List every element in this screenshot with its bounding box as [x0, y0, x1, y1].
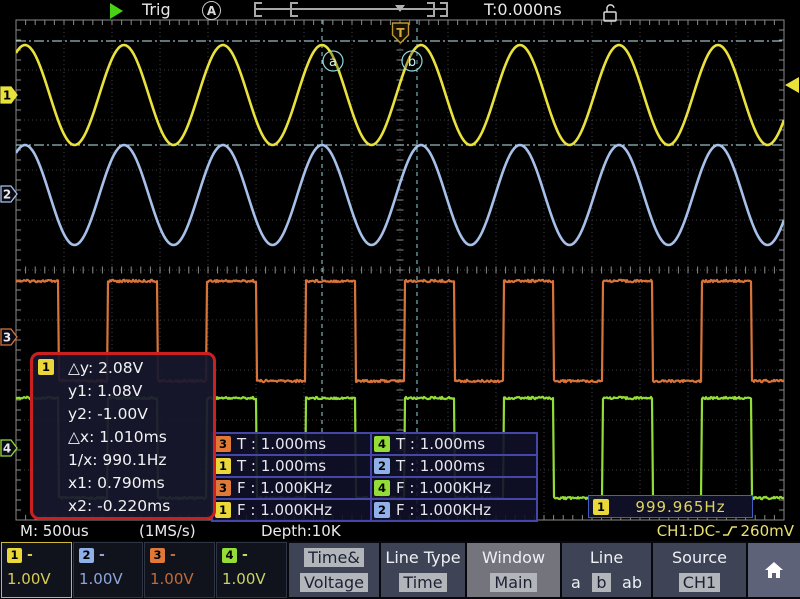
- measurement-value: F : 1.000KHz: [237, 479, 332, 497]
- channel-badge: 3: [215, 480, 231, 496]
- channel1-status-box[interactable]: 1- 1.00V: [1, 542, 72, 598]
- line-option-a[interactable]: a: [571, 573, 581, 592]
- line-option-ab[interactable]: ab: [622, 573, 642, 592]
- memory-depth-readout: Depth:10K: [261, 522, 341, 540]
- cursor-delta-y: △y: 2.08V: [68, 357, 170, 380]
- channel-badge: 1: [215, 502, 231, 518]
- menu-value: Main: [490, 573, 536, 592]
- channel-badge: 2: [79, 548, 94, 563]
- channel-badge: 3: [215, 436, 231, 452]
- measurement-table: 3 T : 1.000ms 4 T : 1.000ms 1 T : 1.000ms 2…: [211, 432, 538, 522]
- ch2-marker-number: 2: [3, 188, 11, 202]
- trigger-time-readout: T:0.000ns: [484, 0, 562, 19]
- channel-badge: 1: [38, 359, 54, 375]
- trigger-level: 260mV: [740, 522, 794, 540]
- menu-line-type-button[interactable]: Line Type Time: [381, 543, 465, 597]
- ch3-marker-number: 3: [3, 331, 11, 345]
- trigger-source: CH1:DC-: [657, 522, 721, 540]
- run-state-icon[interactable]: [110, 3, 123, 19]
- measurement-cell: 2 F : 1.000KHz: [371, 499, 537, 521]
- channel-badge: 4: [374, 436, 390, 452]
- auto-trigger-icon: A: [202, 1, 221, 20]
- cursor-delta-x: △x: 1.010ms: [68, 426, 170, 449]
- menu-title: Source: [672, 548, 727, 567]
- menu-line-button[interactable]: Line a b ab: [562, 543, 651, 597]
- cursor-y1: y1: 1.08V: [68, 380, 170, 403]
- cursor-x2: x2: -0.220ms: [68, 495, 170, 518]
- home-icon: [762, 559, 786, 581]
- menu-label: Time&: [304, 548, 364, 567]
- frequency-counter: 1 999.965Hz: [588, 495, 753, 518]
- volts-per-div: 1.00V: [150, 570, 209, 588]
- measurement-value: F : 1.000KHz: [396, 501, 491, 519]
- volts-per-div: 1.00V: [7, 570, 66, 588]
- menu-source-button[interactable]: Source CH1: [653, 543, 746, 597]
- menu-title: Line Type: [385, 548, 460, 567]
- measurement-cell: 1 T : 1.000ms: [212, 455, 371, 477]
- measurement-cell: 4 F : 1.000KHz: [371, 477, 537, 499]
- trigger-settings-readout: CH1:DC- 260mV: [657, 522, 794, 540]
- menu-window-button[interactable]: Window Main: [467, 543, 560, 597]
- ch1-marker-number: 1: [3, 89, 11, 103]
- menu-title: Line: [590, 548, 623, 567]
- menu-label: Voltage: [300, 573, 368, 592]
- measurement-value: F : 1.000KHz: [237, 501, 332, 519]
- sample-rate-readout: (1MS/s): [139, 522, 196, 540]
- channel-badge: 3: [150, 548, 165, 563]
- measurement-value: T : 1.000ms: [396, 435, 485, 453]
- line-option-b[interactable]: b: [592, 573, 610, 592]
- top-bar: Trig A T:0.000ns: [0, 0, 800, 20]
- cursor-label-b: b: [408, 55, 416, 70]
- channel-badge: 2: [374, 502, 390, 518]
- channel-badge: 4: [222, 548, 237, 563]
- menu-time-voltage-button[interactable]: Time& Voltage: [289, 543, 379, 597]
- measurement-cell: 1 F : 1.000KHz: [212, 499, 371, 521]
- trigger-level-marker[interactable]: [785, 77, 799, 93]
- measurement-value: T : 1.000ms: [396, 457, 485, 475]
- measurement-cell: 4 T : 1.000ms: [371, 433, 537, 455]
- rising-edge-icon: [722, 524, 738, 538]
- channel-badge: 1: [7, 548, 22, 563]
- coupling-indicator: -: [170, 547, 176, 563]
- channel-badge: 1: [593, 499, 609, 515]
- channel3-status-box[interactable]: 3- 1.00V: [144, 542, 215, 598]
- home-button[interactable]: [748, 543, 800, 597]
- bottom-menu: 1- 1.00V 2- 1.00V 3- 1.00V 4- 1.00V Time…: [0, 541, 800, 599]
- cursor-label-a: a: [329, 55, 337, 70]
- coupling-indicator: -: [99, 547, 105, 563]
- measurement-cell: 3 F : 1.000KHz: [212, 477, 371, 499]
- channel-badge: 1: [215, 458, 231, 474]
- trig-status-label: Trig: [142, 0, 171, 19]
- channel4-status-box[interactable]: 4- 1.00V: [216, 542, 287, 598]
- ch4-marker-number: 4: [3, 442, 11, 456]
- cursor-y2: y2: -1.00V: [68, 403, 170, 426]
- cursor-inverse-x: 1/x: 990.1Hz: [68, 449, 170, 472]
- timebase-readout: M: 500us: [20, 522, 89, 540]
- frequency-value: 999.965Hz: [609, 498, 752, 516]
- measurement-cell: 3 T : 1.000ms: [212, 433, 371, 455]
- trigger-flag-letter: T: [396, 26, 405, 40]
- volts-per-div: 1.00V: [222, 570, 281, 588]
- unlock-icon[interactable]: [601, 2, 619, 22]
- status-bar: M: 500us (1MS/s) Depth:10K CH1:DC- 260mV: [0, 522, 800, 540]
- menu-value: CH1: [679, 573, 720, 592]
- coupling-indicator: -: [27, 547, 33, 563]
- coupling-indicator: -: [242, 547, 248, 563]
- measurement-cell: 2 T : 1.000ms: [371, 455, 537, 477]
- menu-value: Time: [399, 573, 446, 592]
- measurement-value: T : 1.000ms: [237, 435, 326, 453]
- volts-per-div: 1.00V: [79, 570, 137, 588]
- channel-badge: 2: [374, 458, 390, 474]
- cursor-readouts: △y: 2.08V y1: 1.08V y2: -1.00V △x: 1.010…: [68, 357, 170, 518]
- measurement-value: F : 1.000KHz: [396, 479, 491, 497]
- channel2-status-box[interactable]: 2- 1.00V: [73, 542, 143, 598]
- measurement-value: T : 1.000ms: [237, 457, 326, 475]
- menu-title: Window: [482, 548, 545, 567]
- channel-badge: 4: [374, 480, 390, 496]
- cursor-measure-panel[interactable]: 1 △y: 2.08V y1: 1.08V y2: -1.00V △x: 1.0…: [30, 352, 216, 520]
- cursor-x1: x1: 0.790ms: [68, 472, 170, 495]
